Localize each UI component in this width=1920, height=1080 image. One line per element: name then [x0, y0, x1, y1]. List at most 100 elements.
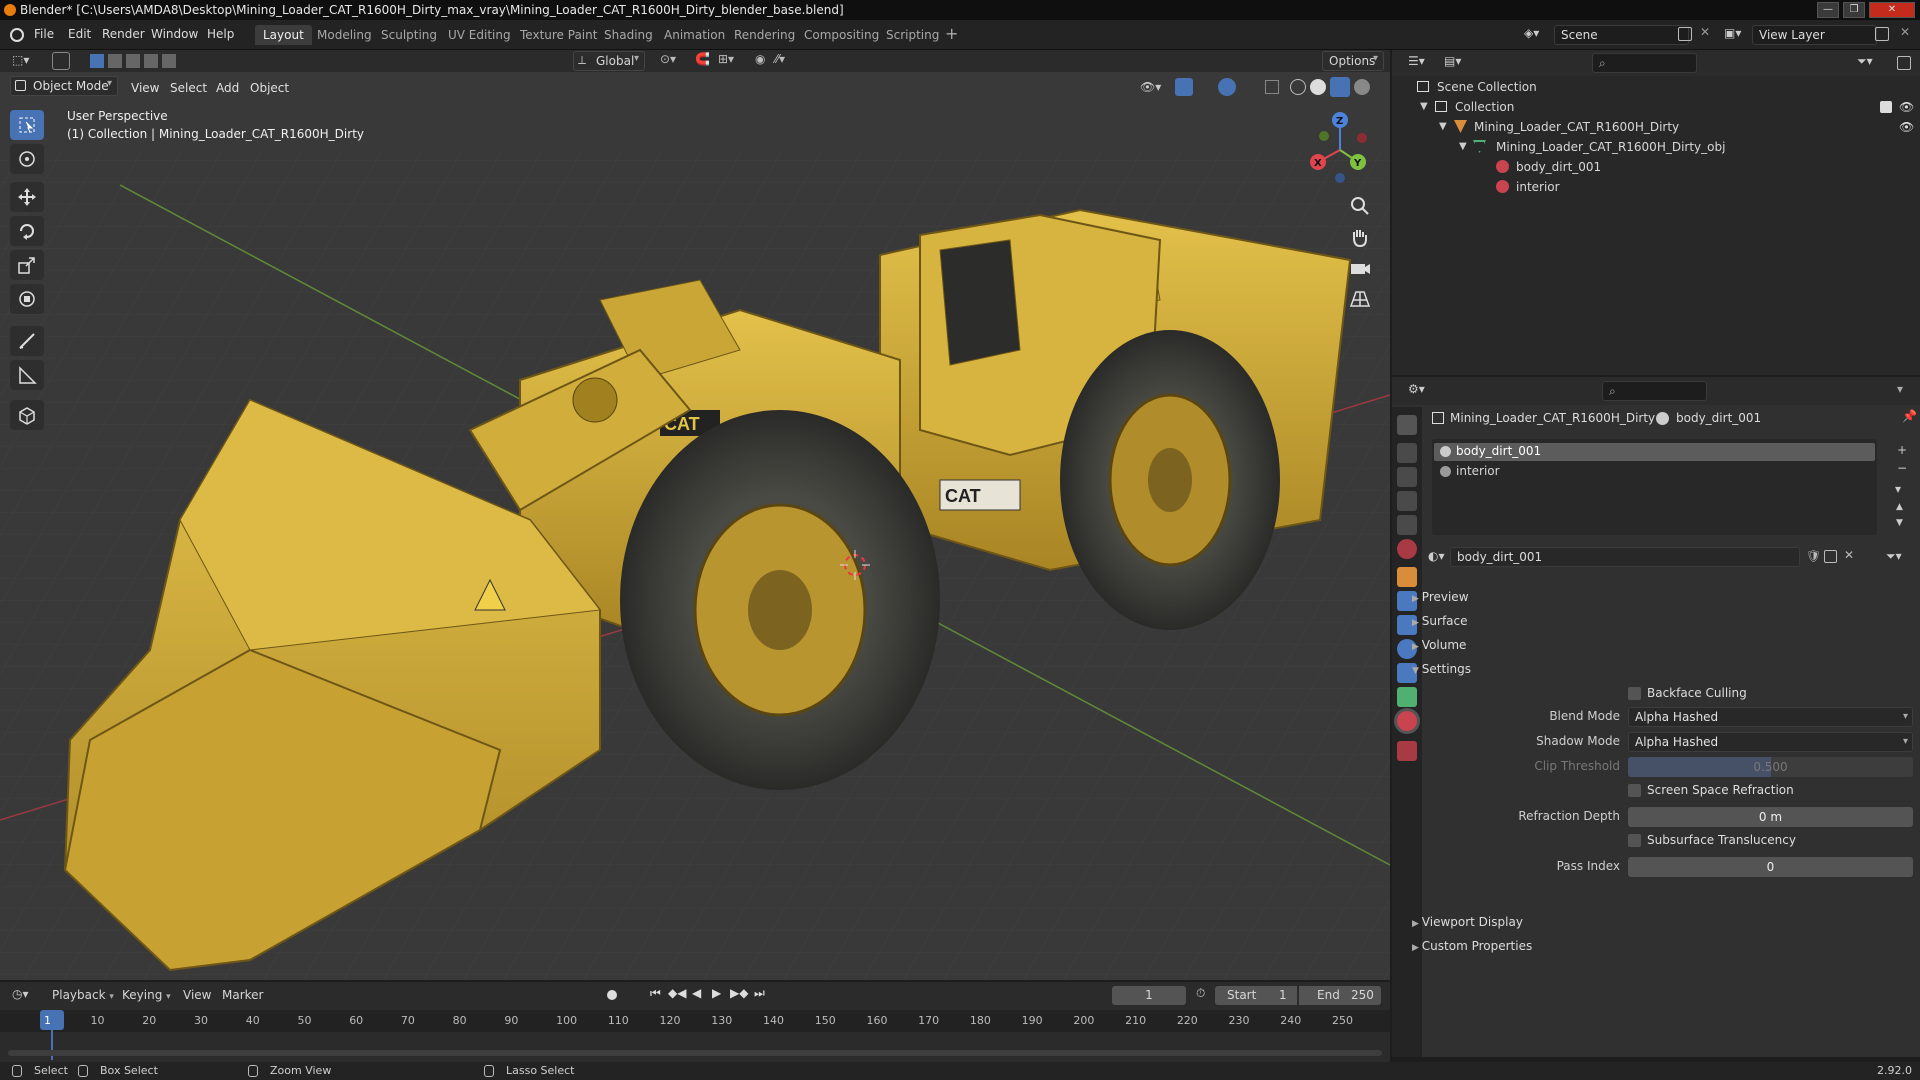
scale-tool[interactable]	[10, 250, 44, 280]
tab-rendering[interactable]: Rendering	[726, 25, 803, 45]
menu-file[interactable]: File	[34, 27, 54, 41]
navigation-gizmo[interactable]: X Y Z	[1300, 110, 1380, 190]
new-collection-icon[interactable]	[1897, 56, 1911, 70]
menu-window[interactable]: Window	[151, 27, 198, 41]
start-frame-field[interactable]: Start 1	[1215, 986, 1297, 1005]
close-button[interactable]: ✕	[1869, 2, 1915, 18]
overlay-toggle-icon[interactable]	[1218, 78, 1236, 96]
material-datablock[interactable]: ◐▾ body_dirt_001 🛡 ✕	[1428, 547, 1854, 567]
transform-tool[interactable]	[10, 284, 44, 314]
editor-type-icon[interactable]: ⬚▾	[12, 53, 29, 67]
select-mode-new-icon[interactable]	[90, 54, 104, 68]
tab-layout[interactable]: Layout	[255, 25, 312, 45]
cursor-tool[interactable]	[10, 144, 44, 174]
visibility-eye-icon[interactable]: 👁	[1899, 117, 1914, 137]
snap-toggle-icon[interactable]: 🧲	[695, 52, 710, 66]
transform-orientation-dropdown[interactable]: ⟂ Global ▾	[573, 51, 645, 71]
unlink-material-icon[interactable]: ✕	[1844, 548, 1854, 562]
select-box-tool[interactable]	[10, 110, 44, 140]
render-tab-icon[interactable]	[1397, 443, 1417, 463]
orthographic-toggle-icon[interactable]	[1348, 286, 1372, 310]
editor-type-icon[interactable]: ◷▾	[12, 987, 29, 1001]
pass-index-field[interactable]: 0	[1628, 857, 1913, 877]
outliner-material-interior[interactable]: interior	[1392, 177, 1920, 197]
timeline-menu-view[interactable]: View	[183, 988, 211, 1002]
menu-render[interactable]: Render	[102, 27, 145, 41]
viewport-menu-add[interactable]: Add	[216, 78, 239, 98]
add-workspace-button[interactable]: +	[945, 24, 958, 43]
duplicate-material-icon[interactable]	[1824, 550, 1837, 563]
panel-preview[interactable]: ▶ Preview	[1412, 590, 1469, 604]
panel-volume[interactable]: ▶ Volume	[1412, 638, 1466, 652]
jump-end-icon[interactable]: ⏭	[754, 986, 765, 1001]
rotate-tool[interactable]	[10, 216, 44, 246]
blend-mode-dropdown[interactable]: Alpha Hashed ▾	[1628, 707, 1913, 727]
fake-user-icon[interactable]: 🛡	[1806, 549, 1821, 563]
wireframe-shading-icon[interactable]	[1290, 79, 1306, 95]
proportional-edit-icon[interactable]: ◉	[755, 52, 765, 66]
world-tab-icon[interactable]	[1397, 539, 1417, 559]
select-tool-icon[interactable]	[52, 52, 70, 70]
tab-shading[interactable]: Shading	[596, 25, 661, 45]
options-dropdown[interactable]: Options ▾	[1322, 51, 1384, 71]
material-shading-icon[interactable]	[1330, 77, 1350, 97]
move-slot-up-icon[interactable]: ▲	[1896, 502, 1903, 512]
select-mode-intersect-icon[interactable]	[162, 54, 176, 68]
material-browse-icon[interactable]: ◐▾	[1428, 549, 1445, 563]
material-slot-row[interactable]: body_dirt_001	[1434, 443, 1875, 461]
material-name-field[interactable]: body_dirt_001	[1450, 547, 1800, 567]
outliner-search-input[interactable]: ⌕	[1592, 53, 1697, 73]
filter-icon[interactable]: ⏷▾	[1857, 54, 1873, 69]
panel-viewport-display[interactable]: ▶ Viewport Display	[1412, 915, 1523, 929]
viewport-menu-object[interactable]: Object	[250, 78, 289, 98]
outliner-material-body[interactable]: body_dirt_001	[1392, 157, 1920, 177]
scene-icon[interactable]: ◈▾	[1524, 26, 1548, 44]
select-mode-subtract-icon[interactable]	[126, 54, 140, 68]
display-mode-icon[interactable]: ▤▾	[1444, 54, 1461, 68]
solid-shading-icon[interactable]	[1310, 79, 1326, 95]
timeline-menu-keying[interactable]: Keying ▾	[122, 988, 171, 1002]
tab-texture-paint[interactable]: Texture Paint	[512, 25, 605, 45]
panel-custom-properties[interactable]: ▶ Custom Properties	[1412, 939, 1532, 953]
3d-viewport[interactable]: CAT CAT Object Mode ▾ View Select Add Ob…	[0, 50, 1390, 980]
camera-view-icon[interactable]	[1348, 256, 1372, 280]
tab-animation[interactable]: Animation	[656, 25, 733, 45]
outliner-collection[interactable]: ▼ Collection 👁	[1392, 97, 1920, 117]
viewport-canvas[interactable]: CAT CAT	[0, 50, 1390, 980]
view-layer-field[interactable]: View Layer	[1752, 25, 1877, 45]
rendered-shading-icon[interactable]	[1354, 79, 1370, 95]
play-icon[interactable]: ▶	[712, 986, 721, 1000]
refraction-depth-field[interactable]: 0 m	[1628, 807, 1913, 827]
panel-settings[interactable]: ▼ Settings	[1412, 662, 1471, 676]
scene-tab-icon[interactable]	[1397, 515, 1417, 535]
delete-view-layer-icon[interactable]: ✕	[1900, 25, 1910, 39]
subsurface-translucency-checkbox[interactable]	[1628, 834, 1641, 847]
add-cube-tool[interactable]	[10, 400, 44, 430]
timeline-menu-playback[interactable]: Playback ▾	[52, 988, 114, 1002]
xray-toggle-icon[interactable]	[1265, 80, 1279, 94]
clip-threshold-slider[interactable]: 0.500	[1628, 757, 1913, 777]
outliner-mesh[interactable]: ▼ Mining_Loader_CAT_R1600H_Dirty_obj	[1392, 137, 1920, 157]
new-scene-icon[interactable]	[1678, 27, 1692, 41]
material-slot-row[interactable]: interior	[1434, 463, 1875, 481]
remove-slot-icon[interactable]: −	[1897, 461, 1907, 475]
current-frame-field[interactable]: 1	[1112, 986, 1186, 1005]
material-slots-list[interactable]: body_dirt_001 interior	[1432, 439, 1877, 535]
add-slot-icon[interactable]: +	[1897, 443, 1907, 457]
frame-ruler[interactable]: 1 10 20 30 40 50 60 70 80 90 100 110 120 130 140 150 160…	[0, 1010, 1390, 1032]
move-tool[interactable]	[10, 182, 44, 212]
selectability-icon[interactable]: 👁▾	[1140, 80, 1161, 94]
jump-start-icon[interactable]: ⏮	[650, 986, 661, 1001]
menu-edit[interactable]: Edit	[68, 27, 91, 41]
timeline-scrollbar[interactable]	[8, 1050, 1382, 1056]
new-view-layer-icon[interactable]	[1875, 27, 1889, 41]
timeline-menu-marker[interactable]: Marker	[222, 988, 263, 1002]
minimize-button[interactable]: —	[1817, 2, 1839, 18]
chevron-down-icon[interactable]: ▾	[1897, 382, 1903, 396]
tab-scripting[interactable]: Scripting	[878, 25, 947, 45]
select-mode-extend-icon[interactable]	[108, 54, 122, 68]
screen-space-refraction-checkbox[interactable]	[1628, 784, 1641, 797]
view-layer-icon[interactable]: ▣▾	[1724, 26, 1741, 40]
shadow-mode-dropdown[interactable]: Alpha Hashed ▾	[1628, 732, 1913, 752]
zoom-icon[interactable]	[1348, 194, 1372, 218]
